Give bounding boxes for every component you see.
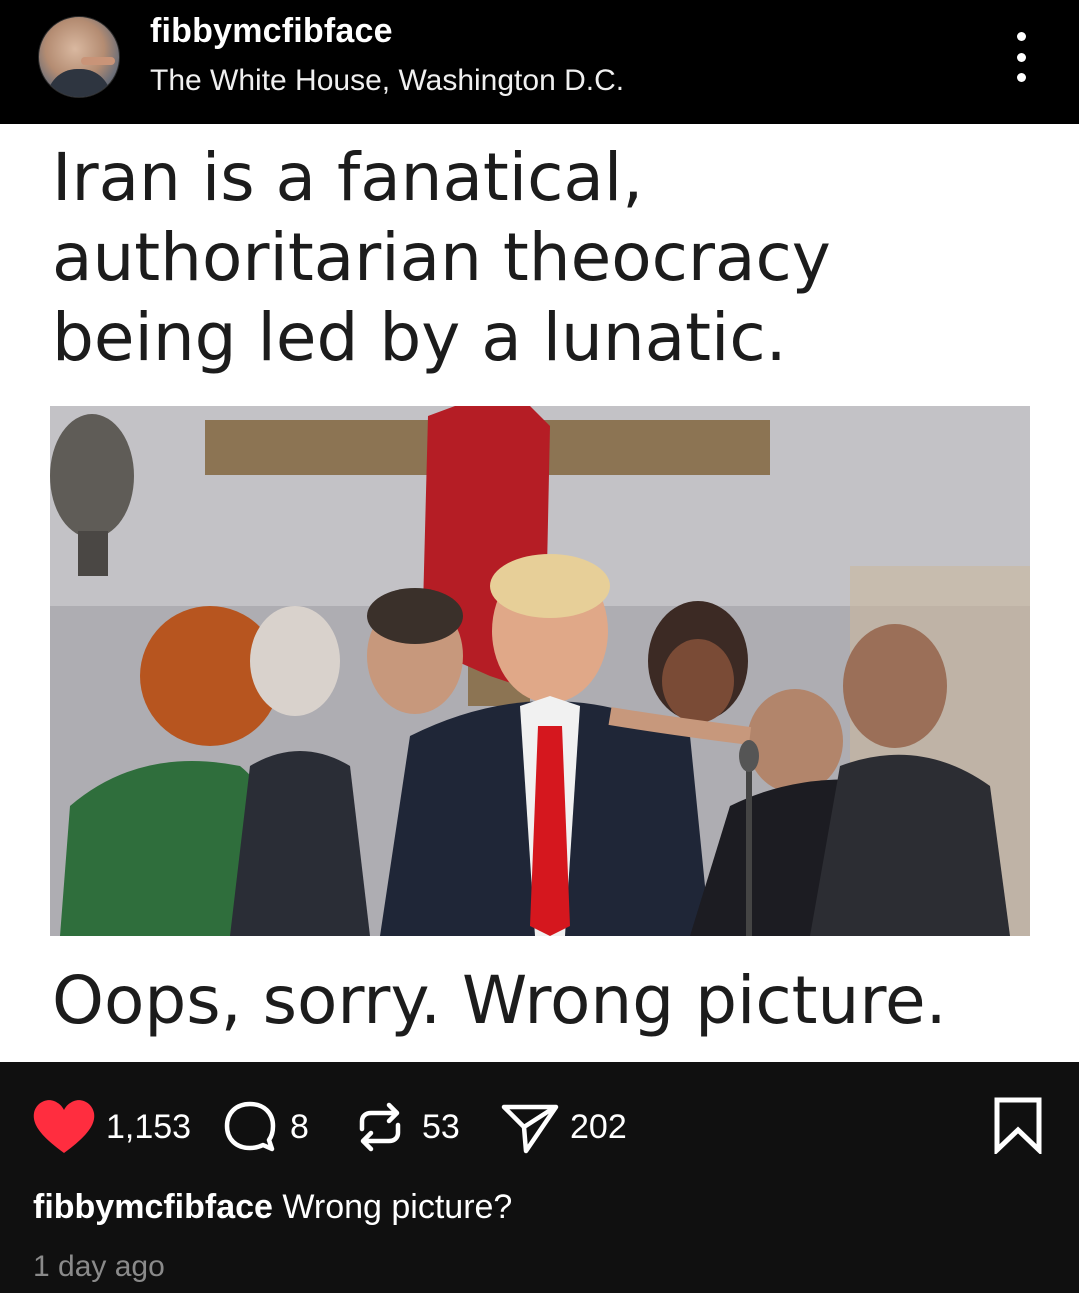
avatar-suit <box>47 69 111 97</box>
repost-icon <box>359 1102 401 1152</box>
bookmark-button[interactable] <box>993 1096 1043 1159</box>
meme-title-line: authoritarian theocracy <box>52 219 831 296</box>
more-vertical-icon-dot <box>1016 52 1026 62</box>
post-image[interactable]: Iran is a fanatical, authoritarian theoc… <box>0 124 1079 1062</box>
post: fibbymcfibface The White House, Washingt… <box>0 0 1079 1293</box>
avatar[interactable] <box>38 16 120 98</box>
post-location[interactable]: The White House, Washington D.C. <box>150 64 624 98</box>
bookmark-icon <box>994 1097 1042 1156</box>
repost-count: 53 <box>422 1107 460 1146</box>
comment-icon <box>224 1101 276 1152</box>
post-caption: fibbymcfibface Wrong picture? <box>33 1188 512 1227</box>
meme-title-line: being led by a lunatic. <box>52 299 787 376</box>
heart-icon <box>33 1100 95 1153</box>
like-count: 1,153 <box>106 1107 192 1146</box>
post-header: fibbymcfibface The White House, Washingt… <box>0 0 1079 124</box>
meme-caption: Oops, sorry. Wrong picture. <box>52 962 947 1039</box>
meme-photo <box>50 406 1030 936</box>
meme-title: Iran is a fanatical, authoritarian theoc… <box>52 138 1012 378</box>
send-icon <box>501 1104 559 1154</box>
meme-photo-illustration <box>50 406 1030 936</box>
comment-count: 8 <box>290 1107 309 1146</box>
more-vertical-icon <box>1016 32 1026 41</box>
like-button[interactable]: 1,153 <box>32 1092 191 1162</box>
avatar-nose <box>81 57 115 65</box>
post-username[interactable]: fibbymcfibface <box>150 12 393 51</box>
more-vertical-icon-dot <box>1016 73 1026 82</box>
meme-title-line: Iran is a fanatical, <box>52 139 644 216</box>
caption-username[interactable]: fibbymcfibface <box>33 1188 273 1226</box>
caption-text: Wrong picture? <box>282 1188 513 1226</box>
repost-button[interactable]: 53 <box>352 1092 460 1162</box>
share-count: 202 <box>570 1107 627 1146</box>
share-button[interactable]: 202 <box>500 1092 627 1162</box>
more-options-button[interactable] <box>1006 32 1036 82</box>
comment-button[interactable]: 8 <box>222 1092 309 1162</box>
post-timestamp: 1 day ago <box>33 1250 165 1283</box>
